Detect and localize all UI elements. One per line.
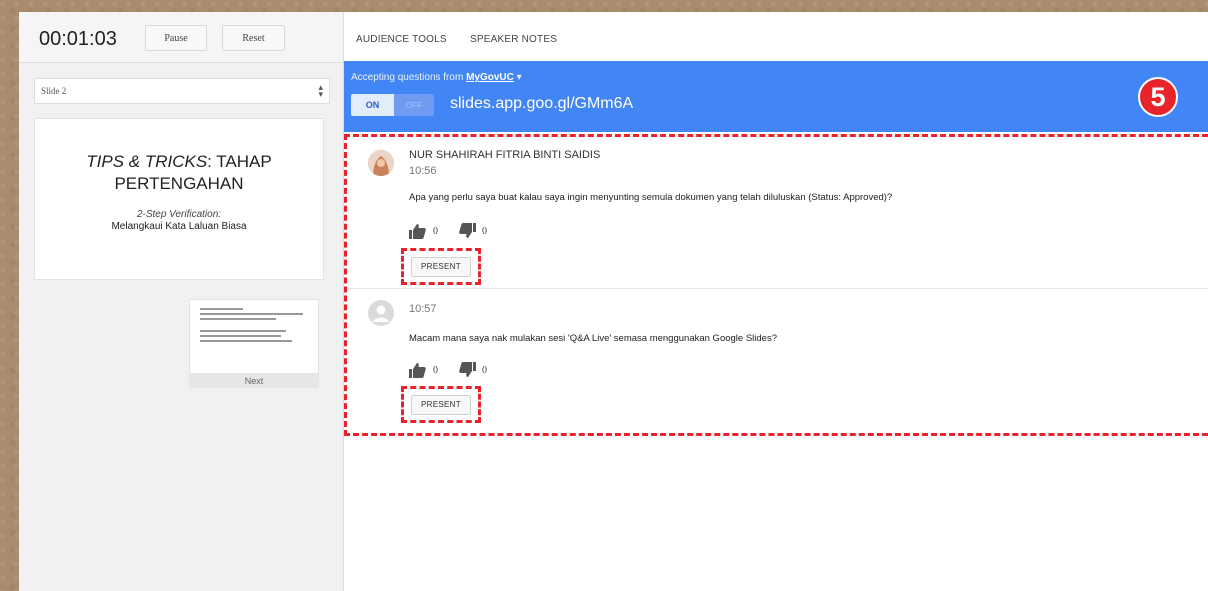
accepting-questions-text: Accepting questions from MyGovUC ▾ — [351, 72, 522, 83]
avatar — [368, 300, 394, 326]
question-text: Apa yang perlu saya buat kalau saya ingi… — [409, 192, 893, 203]
left-panel: 00:01:03 Pause Reset Slide 2 ▴ ▾ TIPS & T… — [19, 12, 344, 591]
toggle-off[interactable]: OFF — [394, 94, 434, 116]
question-votes: 0 0 — [409, 362, 507, 378]
downvote-count: 0 — [482, 364, 487, 376]
audience-group-link[interactable]: MyGovUC — [466, 72, 514, 83]
group-dropdown-icon[interactable]: ▾ — [517, 72, 522, 83]
question-time: 10:57 — [409, 303, 437, 315]
thumbs-up-icon[interactable] — [409, 223, 427, 239]
questions-list: NUR SHAHIRAH FITRIA BINTI SAIDIS 10:56 A… — [344, 134, 1208, 436]
question-time: 10:56 — [409, 165, 437, 177]
question-votes: 0 0 — [409, 223, 507, 239]
select-arrows-icon: ▴ ▾ — [318, 82, 323, 99]
qa-url: slides.app.goo.gl/GMm6A — [450, 95, 634, 112]
pause-button[interactable]: Pause — [145, 25, 207, 51]
question-text: Macam mana saya nak mulakan sesi 'Q&A Li… — [409, 333, 777, 344]
next-slide-thumbnail[interactable] — [189, 299, 319, 374]
step-badge: 5 — [1138, 77, 1178, 117]
upvote-count: 0 — [433, 364, 438, 376]
upvote-count: 0 — [433, 225, 438, 237]
present-button[interactable]: PRESENT — [411, 256, 471, 277]
tab-speaker-notes[interactable]: SPEAKER NOTES — [470, 34, 557, 45]
question-author: NUR SHAHIRAH FITRIA BINTI SAIDIS — [409, 149, 601, 161]
next-slide-label[interactable]: Next — [189, 374, 319, 388]
tab-bar: AUDIENCE TOOLS SPEAKER NOTES — [344, 12, 1208, 63]
presenter-view: 00:01:03 Pause Reset Slide 2 ▴ ▾ TIPS & T… — [19, 12, 1208, 591]
thumbs-down-icon[interactable] — [458, 223, 476, 239]
current-slide-subtitle-italic: 2-Step Verification: — [136, 209, 222, 220]
tab-audience-tools[interactable]: AUDIENCE TOOLS — [356, 34, 447, 45]
present-button[interactable]: PRESENT — [411, 394, 471, 415]
avatar — [368, 150, 394, 176]
slide-selector[interactable]: Slide 2 ▴ ▾ — [34, 78, 330, 104]
toggle-on[interactable]: ON — [351, 94, 394, 116]
audience-tools-panel: AUDIENCE TOOLS SPEAKER NOTES Accepting q… — [344, 12, 1208, 591]
timer-display: 00:01:03 — [39, 28, 117, 50]
current-slide-thumbnail[interactable]: TIPS & TRICKS: TAHAP PERTENGAHAN 2-Step … — [34, 118, 324, 280]
thumbs-up-icon[interactable] — [409, 362, 427, 378]
timer-bar: 00:01:03 Pause Reset — [19, 12, 343, 63]
reset-button[interactable]: Reset — [222, 25, 285, 51]
qa-toggle[interactable]: ON OFF — [351, 94, 434, 116]
present-highlight: PRESENT — [401, 248, 481, 285]
question-item: 10:57 Macam mana saya nak mulakan sesi '… — [347, 289, 1208, 434]
current-slide-subtitle: Melangkaui Kata Laluan Biasa — [111, 221, 247, 232]
downvote-count: 0 — [482, 225, 487, 237]
qa-banner: Accepting questions from MyGovUC ▾ ON OF… — [344, 61, 1208, 132]
current-slide-title: TIPS & TRICKS: TAHAP PERTENGAHAN — [86, 152, 272, 193]
present-highlight: PRESENT — [401, 386, 481, 423]
question-item: NUR SHAHIRAH FITRIA BINTI SAIDIS 10:56 A… — [347, 137, 1208, 289]
thumbs-down-icon[interactable] — [458, 362, 476, 378]
slide-selector-value: Slide 2 — [41, 86, 67, 96]
